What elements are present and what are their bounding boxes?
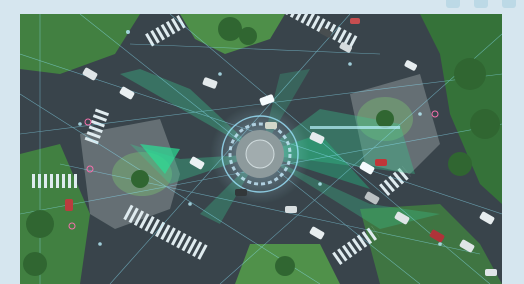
decorative-tab-icon bbox=[474, 0, 488, 8]
decorative-tab-icon bbox=[502, 0, 516, 8]
decorative-tab-icon bbox=[446, 0, 460, 8]
top-right-decorations bbox=[446, 0, 516, 12]
intersection-image bbox=[20, 14, 502, 284]
intersection-scene bbox=[20, 14, 502, 284]
tint-overlay bbox=[20, 14, 502, 284]
